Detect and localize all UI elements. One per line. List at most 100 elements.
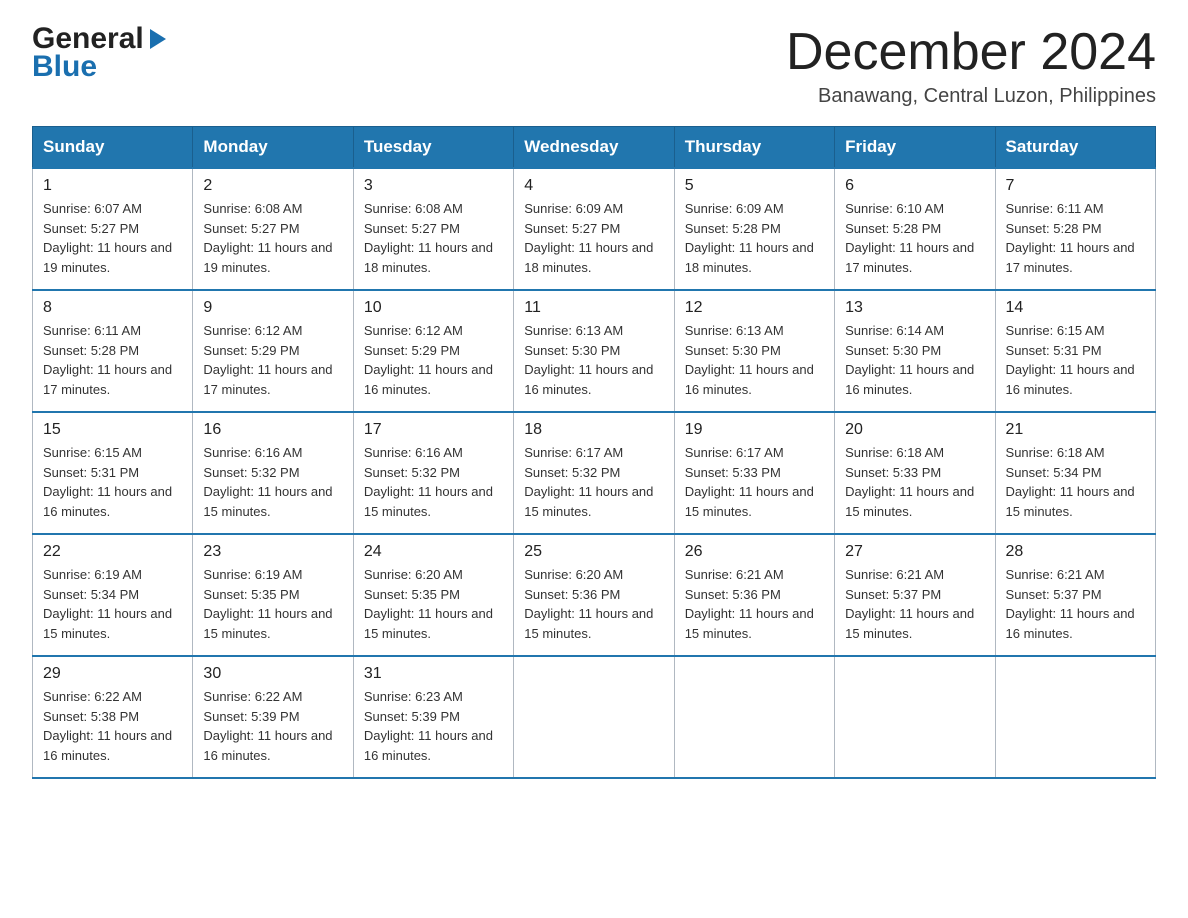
day-number: 20 bbox=[845, 421, 984, 439]
logo-arrow-icon bbox=[150, 29, 166, 49]
day-info: Sunrise: 6:16 AMSunset: 5:32 PMDaylight:… bbox=[203, 443, 342, 521]
calendar-cell: 9Sunrise: 6:12 AMSunset: 5:29 PMDaylight… bbox=[193, 290, 353, 412]
week-row-1: 1 Sunrise: 6:07 AMSunset: 5:27 PMDaylight… bbox=[33, 168, 1156, 290]
calendar-cell: 12Sunrise: 6:13 AMSunset: 5:30 PMDayligh… bbox=[674, 290, 834, 412]
calendar-cell: 8 Sunrise: 6:11 AMSunset: 5:28 PMDaylight… bbox=[33, 290, 193, 412]
day-info: Sunrise: 6:22 AMSunset: 5:39 PMDaylight:… bbox=[203, 687, 342, 765]
day-info: Sunrise: 6:17 AMSunset: 5:33 PMDaylight:… bbox=[685, 443, 824, 521]
day-info: Sunrise: 6:21 AMSunset: 5:37 PMDaylight:… bbox=[1006, 565, 1145, 643]
location-subtitle: Banawang, Central Luzon, Philippines bbox=[786, 85, 1156, 108]
day-info: Sunrise: 6:18 AMSunset: 5:34 PMDaylight:… bbox=[1006, 443, 1145, 521]
day-info: Sunrise: 6:15 AMSunset: 5:31 PMDaylight:… bbox=[43, 443, 182, 521]
calendar-cell: 3 Sunrise: 6:08 AMSunset: 5:27 PMDaylight… bbox=[353, 168, 513, 290]
day-number: 5 bbox=[685, 177, 824, 195]
day-number: 3 bbox=[364, 177, 503, 195]
calendar-cell: 21 Sunrise: 6:18 AMSunset: 5:34 PMDayligh… bbox=[995, 412, 1155, 534]
day-number: 6 bbox=[845, 177, 984, 195]
day-info: Sunrise: 6:08 AMSunset: 5:27 PMDaylight:… bbox=[203, 199, 342, 277]
day-info: Sunrise: 6:19 AMSunset: 5:34 PMDaylight:… bbox=[43, 565, 182, 643]
calendar-cell: 22 Sunrise: 6:19 AMSunset: 5:34 PMDayligh… bbox=[33, 534, 193, 656]
calendar-cell: 20 Sunrise: 6:18 AMSunset: 5:33 PMDayligh… bbox=[835, 412, 995, 534]
day-info: Sunrise: 6:08 AMSunset: 5:27 PMDaylight:… bbox=[364, 199, 503, 277]
day-info: Sunrise: 6:23 AMSunset: 5:39 PMDaylight:… bbox=[364, 687, 503, 765]
day-number: 26 bbox=[685, 543, 824, 561]
day-info: Sunrise: 6:10 AMSunset: 5:28 PMDaylight:… bbox=[845, 199, 984, 277]
day-number: 25 bbox=[524, 543, 663, 561]
day-info: Sunrise: 6:20 AMSunset: 5:36 PMDaylight:… bbox=[524, 565, 663, 643]
calendar-cell: 5 Sunrise: 6:09 AMSunset: 5:28 PMDaylight… bbox=[674, 168, 834, 290]
calendar-cell: 23 Sunrise: 6:19 AMSunset: 5:35 PMDayligh… bbox=[193, 534, 353, 656]
day-number: 21 bbox=[1006, 421, 1145, 439]
day-info: Sunrise: 6:09 AMSunset: 5:28 PMDaylight:… bbox=[685, 199, 824, 277]
day-number: 28 bbox=[1006, 543, 1145, 561]
weekday-header-saturday: Saturday bbox=[995, 127, 1155, 169]
day-number: 13 bbox=[845, 299, 984, 317]
weekday-header-wednesday: Wednesday bbox=[514, 127, 674, 169]
day-number: 1 bbox=[43, 177, 182, 195]
day-info: Sunrise: 6:11 AMSunset: 5:28 PMDaylight:… bbox=[1006, 199, 1145, 277]
calendar-cell bbox=[674, 656, 834, 778]
calendar-cell: 25 Sunrise: 6:20 AMSunset: 5:36 PMDayligh… bbox=[514, 534, 674, 656]
calendar-cell bbox=[995, 656, 1155, 778]
week-row-2: 8 Sunrise: 6:11 AMSunset: 5:28 PMDaylight… bbox=[33, 290, 1156, 412]
day-number: 17 bbox=[364, 421, 503, 439]
title-block: December 2024 Banawang, Central Luzon, P… bbox=[786, 24, 1156, 108]
day-info: Sunrise: 6:19 AMSunset: 5:35 PMDaylight:… bbox=[203, 565, 342, 643]
calendar-table: SundayMondayTuesdayWednesdayThursdayFrid… bbox=[32, 126, 1156, 779]
day-info: Sunrise: 6:11 AMSunset: 5:28 PMDaylight:… bbox=[43, 321, 182, 399]
day-number: 16 bbox=[203, 421, 342, 439]
day-number: 19 bbox=[685, 421, 824, 439]
day-info: Sunrise: 6:17 AMSunset: 5:32 PMDaylight:… bbox=[524, 443, 663, 521]
page-header: General Blue December 2024 Banawang, Cen… bbox=[32, 24, 1156, 108]
day-number: 23 bbox=[203, 543, 342, 561]
calendar-cell: 31 Sunrise: 6:23 AMSunset: 5:39 PMDayligh… bbox=[353, 656, 513, 778]
day-number: 27 bbox=[845, 543, 984, 561]
weekday-header-friday: Friday bbox=[835, 127, 995, 169]
day-info: Sunrise: 6:07 AMSunset: 5:27 PMDaylight:… bbox=[43, 199, 182, 277]
day-number: 29 bbox=[43, 665, 182, 683]
logo: General Blue bbox=[32, 24, 166, 82]
day-number: 30 bbox=[203, 665, 342, 683]
calendar-cell: 14 Sunrise: 6:15 AMSunset: 5:31 PMDayligh… bbox=[995, 290, 1155, 412]
day-number: 22 bbox=[43, 543, 182, 561]
month-year-title: December 2024 bbox=[786, 24, 1156, 81]
day-number: 4 bbox=[524, 177, 663, 195]
calendar-cell: 1 Sunrise: 6:07 AMSunset: 5:27 PMDaylight… bbox=[33, 168, 193, 290]
weekday-header-monday: Monday bbox=[193, 127, 353, 169]
day-number: 14 bbox=[1006, 299, 1145, 317]
day-info: Sunrise: 6:13 AMSunset: 5:30 PMDaylight:… bbox=[685, 321, 824, 399]
calendar-cell: 19 Sunrise: 6:17 AMSunset: 5:33 PMDayligh… bbox=[674, 412, 834, 534]
day-info: Sunrise: 6:09 AMSunset: 5:27 PMDaylight:… bbox=[524, 199, 663, 277]
day-info: Sunrise: 6:15 AMSunset: 5:31 PMDaylight:… bbox=[1006, 321, 1145, 399]
logo-blue-text: Blue bbox=[32, 52, 97, 82]
day-info: Sunrise: 6:22 AMSunset: 5:38 PMDaylight:… bbox=[43, 687, 182, 765]
day-number: 11 bbox=[524, 299, 663, 317]
calendar-cell: 29 Sunrise: 6:22 AMSunset: 5:38 PMDayligh… bbox=[33, 656, 193, 778]
day-number: 2 bbox=[203, 177, 342, 195]
calendar-cell: 4 Sunrise: 6:09 AMSunset: 5:27 PMDaylight… bbox=[514, 168, 674, 290]
day-number: 18 bbox=[524, 421, 663, 439]
weekday-header-row: SundayMondayTuesdayWednesdayThursdayFrid… bbox=[33, 127, 1156, 169]
calendar-cell bbox=[835, 656, 995, 778]
day-info: Sunrise: 6:18 AMSunset: 5:33 PMDaylight:… bbox=[845, 443, 984, 521]
weekday-header-thursday: Thursday bbox=[674, 127, 834, 169]
day-number: 31 bbox=[364, 665, 503, 683]
calendar-cell: 30 Sunrise: 6:22 AMSunset: 5:39 PMDayligh… bbox=[193, 656, 353, 778]
calendar-cell: 2 Sunrise: 6:08 AMSunset: 5:27 PMDaylight… bbox=[193, 168, 353, 290]
weekday-header-sunday: Sunday bbox=[33, 127, 193, 169]
calendar-cell bbox=[514, 656, 674, 778]
week-row-4: 22 Sunrise: 6:19 AMSunset: 5:34 PMDayligh… bbox=[33, 534, 1156, 656]
calendar-cell: 17 Sunrise: 6:16 AMSunset: 5:32 PMDayligh… bbox=[353, 412, 513, 534]
calendar-cell: 10 Sunrise: 6:12 AMSunset: 5:29 PMDayligh… bbox=[353, 290, 513, 412]
calendar-cell: 24Sunrise: 6:20 AMSunset: 5:35 PMDayligh… bbox=[353, 534, 513, 656]
calendar-cell: 13Sunrise: 6:14 AMSunset: 5:30 PMDayligh… bbox=[835, 290, 995, 412]
day-number: 8 bbox=[43, 299, 182, 317]
day-number: 10 bbox=[364, 299, 503, 317]
day-info: Sunrise: 6:20 AMSunset: 5:35 PMDaylight:… bbox=[364, 565, 503, 643]
day-info: Sunrise: 6:13 AMSunset: 5:30 PMDaylight:… bbox=[524, 321, 663, 399]
day-number: 15 bbox=[43, 421, 182, 439]
calendar-cell: 11 Sunrise: 6:13 AMSunset: 5:30 PMDayligh… bbox=[514, 290, 674, 412]
day-info: Sunrise: 6:16 AMSunset: 5:32 PMDaylight:… bbox=[364, 443, 503, 521]
calendar-cell: 6 Sunrise: 6:10 AMSunset: 5:28 PMDaylight… bbox=[835, 168, 995, 290]
day-info: Sunrise: 6:12 AMSunset: 5:29 PMDaylight:… bbox=[364, 321, 503, 399]
